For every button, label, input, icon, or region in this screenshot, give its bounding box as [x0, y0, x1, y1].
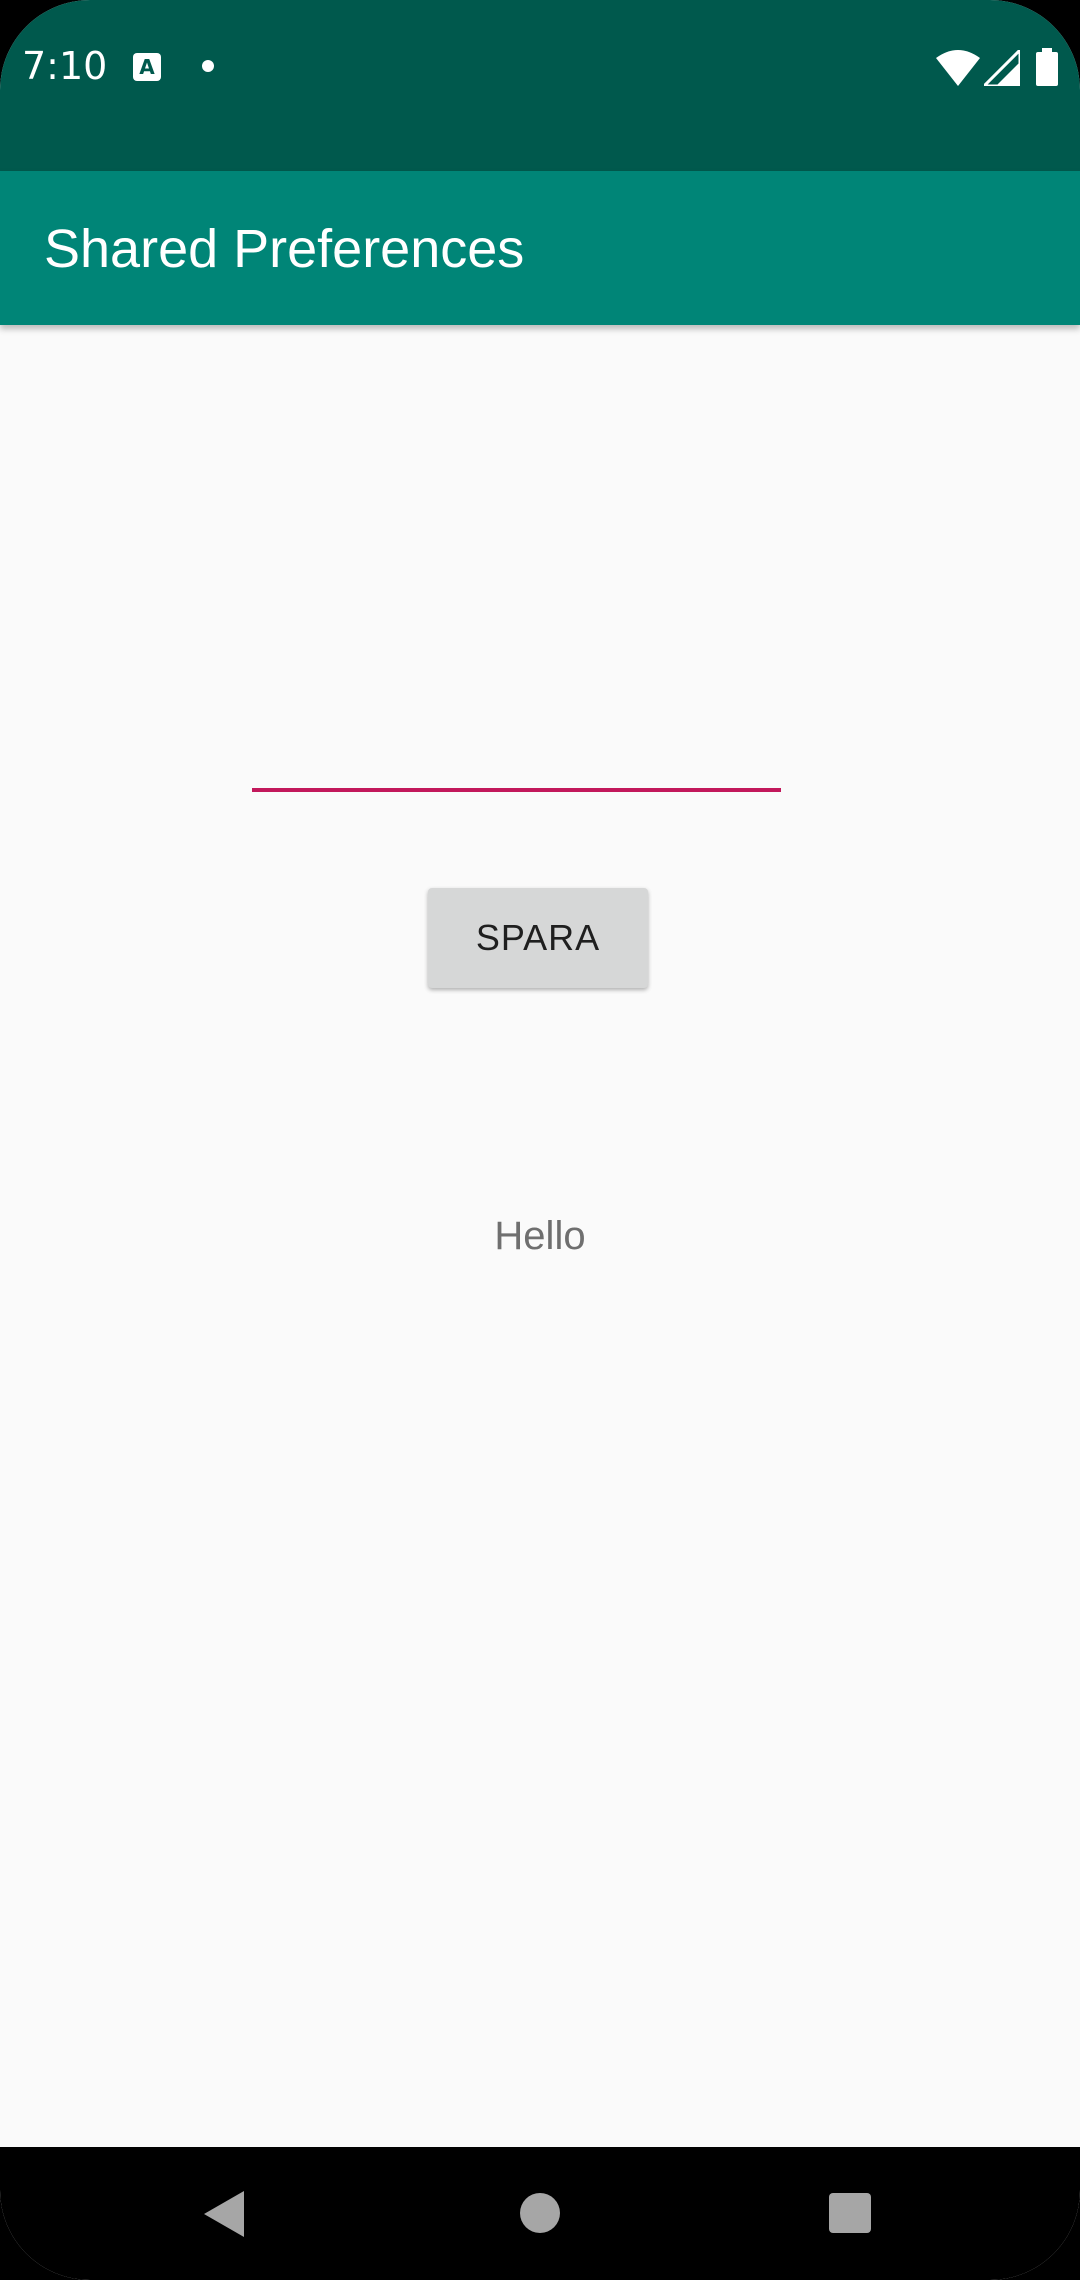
save-button[interactable]: SPARA — [428, 888, 648, 988]
app-bar: Shared Preferences — [0, 171, 1080, 325]
a-notification-icon: A — [133, 53, 161, 81]
status-bar: 7:10 A — [0, 0, 1080, 171]
wifi-icon — [936, 50, 980, 86]
back-icon[interactable] — [204, 2191, 244, 2237]
phone-screen: 7:10 A Shared Preferences SPARA Hello — [0, 0, 1080, 2280]
battery-icon — [1036, 48, 1058, 86]
output-text: Hello — [494, 1214, 586, 1258]
status-time: 7:10 — [22, 44, 108, 88]
signal-icon — [984, 50, 1020, 86]
text-input[interactable] — [252, 720, 781, 792]
dot-icon — [202, 60, 214, 72]
navigation-bar — [0, 2147, 1080, 2280]
home-icon[interactable] — [520, 2193, 560, 2233]
recents-icon[interactable] — [829, 2193, 871, 2233]
app-title: Shared Preferences — [44, 219, 525, 279]
